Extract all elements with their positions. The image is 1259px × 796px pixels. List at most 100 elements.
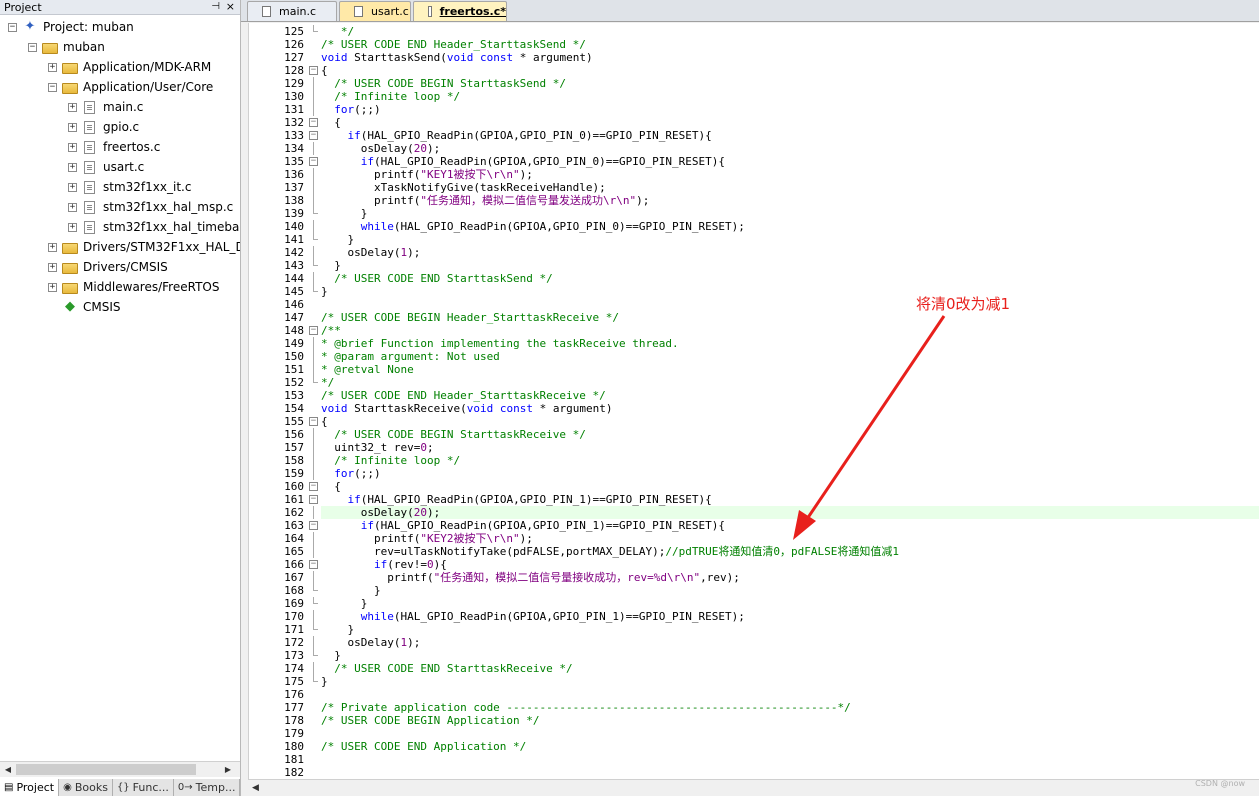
tree-item[interactable]: + Drivers/STM32F1xx_HAL_Driv	[48, 237, 240, 257]
code-line[interactable]: if(HAL_GPIO_ReadPin(GPIOA,GPIO_PIN_1)==G…	[321, 493, 1259, 506]
code-line[interactable]: while(HAL_GPIO_ReadPin(GPIOA,GPIO_PIN_1)…	[321, 610, 1259, 623]
code-line[interactable]: }	[321, 675, 1259, 688]
expand-icon[interactable]: +	[48, 62, 57, 72]
code-line[interactable]: /* USER CODE BEGIN Header_StarttaskRecei…	[321, 311, 1259, 324]
tree-item[interactable]: + Application/MDK-ARM	[48, 57, 211, 77]
code-line[interactable]: }	[321, 649, 1259, 662]
code-line[interactable]: }	[321, 584, 1259, 597]
code-line[interactable]: /**	[321, 324, 1259, 337]
code-line[interactable]	[321, 766, 1259, 779]
expand-icon[interactable]: +	[48, 242, 57, 252]
tree-item[interactable]: + stm32f1xx_it.c	[68, 177, 191, 197]
editor-hscrollbar[interactable]: ◀	[248, 779, 1259, 796]
scroll-left-icon[interactable]: ◀	[0, 762, 16, 777]
code-line[interactable]: /* Private application code ------------…	[321, 701, 1259, 714]
code-area[interactable]: *//* USER CODE END Header_StarttaskSend …	[321, 23, 1259, 779]
fold-toggle-icon[interactable]: −	[309, 417, 318, 426]
code-editor[interactable]: 125 126 127 128 129 130 131 132 133 134 135 136 137 1…	[248, 23, 1259, 779]
tree-item[interactable]: + freertos.c	[68, 137, 160, 157]
code-line[interactable]: }	[321, 259, 1259, 272]
tab-usart-c[interactable]: usart.c	[339, 1, 411, 21]
code-line[interactable]: }	[321, 285, 1259, 298]
close-icon[interactable]: ×	[226, 0, 235, 13]
fold-toggle-icon[interactable]: −	[309, 131, 318, 140]
code-line[interactable]: rev=ulTaskNotifyTake(pdFALSE,portMAX_DEL…	[321, 545, 1259, 558]
fold-toggle-icon[interactable]: −	[309, 157, 318, 166]
code-line[interactable]: printf("KEY1被按下\r\n");	[321, 168, 1259, 181]
tab-freertos-c[interactable]: freertos.c*	[413, 1, 507, 21]
fold-toggle-icon[interactable]: −	[309, 118, 318, 127]
tab-main-c[interactable]: main.c	[247, 1, 337, 21]
tree-item[interactable]: + Drivers/CMSIS	[48, 257, 168, 277]
code-line[interactable]: {	[321, 480, 1259, 493]
code-line[interactable]: if(rev!=0){	[321, 558, 1259, 571]
code-line[interactable]: */	[321, 376, 1259, 389]
code-line[interactable]: /* USER CODE END StarttaskReceive */	[321, 662, 1259, 675]
code-line[interactable]: void StarttaskReceive(void const * argum…	[321, 402, 1259, 415]
tree-item[interactable]: + stm32f1xx_hal_msp.c	[68, 197, 233, 217]
scroll-left-icon[interactable]: ◀	[252, 780, 259, 796]
code-line[interactable]: /* USER CODE END StarttaskSend */	[321, 272, 1259, 285]
collapse-icon[interactable]: −	[8, 22, 17, 32]
code-line[interactable]: {	[321, 415, 1259, 428]
code-line[interactable]: /* USER CODE BEGIN Application */	[321, 714, 1259, 727]
code-line[interactable]: /* USER CODE END Header_StarttaskSend */	[321, 38, 1259, 51]
panel-tab-project[interactable]: ▤ Project	[0, 779, 60, 796]
code-line[interactable]: printf("KEY2被按下\r\n");	[321, 532, 1259, 545]
code-line[interactable]: if(HAL_GPIO_ReadPin(GPIOA,GPIO_PIN_0)==G…	[321, 155, 1259, 168]
code-line[interactable]: * @retval None	[321, 363, 1259, 376]
code-line[interactable]: }	[321, 233, 1259, 246]
code-line[interactable]: }	[321, 597, 1259, 610]
scroll-thumb[interactable]	[16, 764, 196, 775]
code-line[interactable]	[321, 688, 1259, 701]
code-line[interactable]: /* USER CODE END Application */	[321, 740, 1259, 753]
code-line[interactable]	[321, 753, 1259, 766]
panel-tab-temp[interactable]: 0→ Temp...	[174, 779, 241, 796]
expand-icon[interactable]: +	[68, 202, 77, 212]
code-line[interactable]: /* USER CODE BEGIN StarttaskSend */	[321, 77, 1259, 90]
code-line[interactable]: while(HAL_GPIO_ReadPin(GPIOA,GPIO_PIN_0)…	[321, 220, 1259, 233]
expand-icon[interactable]: +	[68, 182, 77, 192]
code-line[interactable]: }	[321, 207, 1259, 220]
code-line[interactable]: void StarttaskSend(void const * argument…	[321, 51, 1259, 64]
pin-icon[interactable]: ⊣	[211, 1, 220, 12]
panel-tab-books[interactable]: ◉ Books	[59, 779, 113, 796]
fold-toggle-icon[interactable]: −	[309, 521, 318, 530]
fold-toggle-icon[interactable]: −	[309, 495, 318, 504]
tree-item[interactable]: + stm32f1xx_hal_timebase_	[68, 217, 240, 237]
code-line[interactable]: printf("任务通知，模拟二值信号量发送成功\r\n");	[321, 194, 1259, 207]
code-line[interactable]: if(HAL_GPIO_ReadPin(GPIOA,GPIO_PIN_1)==G…	[321, 519, 1259, 532]
code-line[interactable]: /* USER CODE BEGIN StarttaskReceive */	[321, 428, 1259, 441]
panel-tab-func[interactable]: {} Func...	[113, 779, 174, 796]
code-line[interactable]	[321, 727, 1259, 740]
code-line[interactable]: * @brief Function implementing the taskR…	[321, 337, 1259, 350]
tree-item[interactable]: + Middlewares/FreeRTOS	[48, 277, 219, 297]
code-line[interactable]: /* Infinite loop */	[321, 90, 1259, 103]
code-line[interactable]: if(HAL_GPIO_ReadPin(GPIOA,GPIO_PIN_0)==G…	[321, 129, 1259, 142]
code-line[interactable]: /* Infinite loop */	[321, 454, 1259, 467]
code-line[interactable]: osDelay(20);	[321, 142, 1259, 155]
tree-item[interactable]: + gpio.c	[68, 117, 139, 137]
expand-icon[interactable]: +	[68, 102, 77, 112]
code-line[interactable]	[321, 298, 1259, 311]
tree-item[interactable]: + main.c	[68, 97, 143, 117]
code-line[interactable]: * @param argument: Not used	[321, 350, 1259, 363]
code-line[interactable]: printf("任务通知，模拟二值信号量接收成功，rev=%d\r\n",rev…	[321, 571, 1259, 584]
collapse-icon[interactable]: −	[28, 42, 37, 52]
code-line[interactable]: osDelay(1);	[321, 246, 1259, 259]
code-line[interactable]: {	[321, 64, 1259, 77]
code-line[interactable]: for(;;)	[321, 103, 1259, 116]
current-code-line[interactable]: osDelay(20);	[321, 506, 1259, 519]
fold-toggle-icon[interactable]: −	[309, 482, 318, 491]
code-line[interactable]: for(;;)	[321, 467, 1259, 480]
fold-toggle-icon[interactable]: −	[309, 560, 318, 569]
tree-item[interactable]: − Application/User/Core	[48, 77, 213, 97]
tree-item[interactable]: + usart.c	[68, 157, 144, 177]
expand-icon[interactable]: +	[48, 262, 57, 272]
code-line[interactable]: }	[321, 623, 1259, 636]
code-line[interactable]: osDelay(1);	[321, 636, 1259, 649]
code-line[interactable]: xTaskNotifyGive(taskReceiveHandle);	[321, 181, 1259, 194]
expand-icon[interactable]: +	[68, 162, 77, 172]
code-line[interactable]: */	[321, 25, 1259, 38]
expand-icon[interactable]: +	[48, 282, 57, 292]
